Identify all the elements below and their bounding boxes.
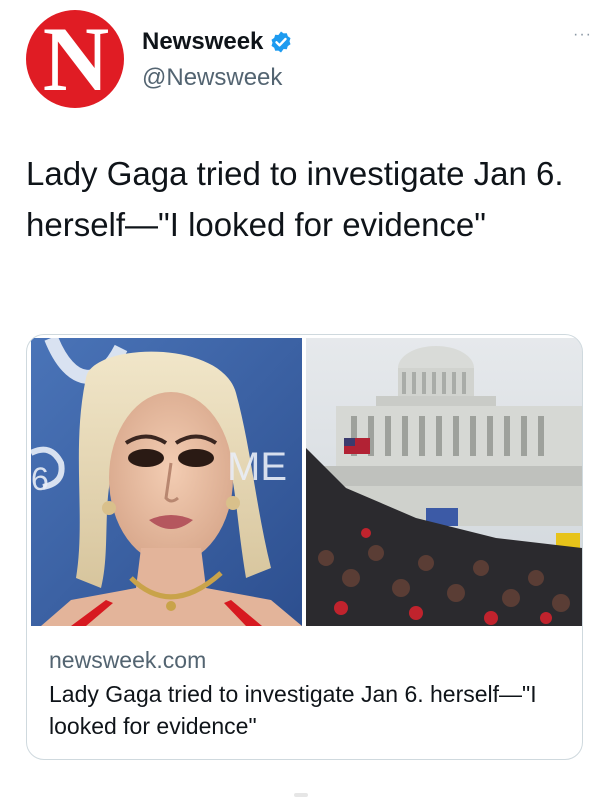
account-handle[interactable]: @Newsweek xyxy=(142,64,282,92)
card-image-portrait: ME 6 xyxy=(31,338,302,626)
tweet-header: N Newsweek @Newsweek ··· xyxy=(22,8,592,108)
tweet-text: Lady Gaga tried to investigate Jan 6. he… xyxy=(26,155,564,243)
account-name-line: Newsweek xyxy=(142,28,293,56)
link-card[interactable]: ME 6 newsweek.com Lady Gaga tried to inv… xyxy=(26,334,583,760)
bottom-divider xyxy=(294,793,308,797)
capitol-illustration xyxy=(306,338,582,626)
newsweek-logo-icon: N xyxy=(42,10,109,108)
card-title[interactable]: Lady Gaga tried to investigate Jan 6. he… xyxy=(49,678,569,742)
card-media: ME 6 xyxy=(27,335,582,628)
verified-badge-icon xyxy=(271,31,291,53)
avatar[interactable]: N xyxy=(26,10,124,108)
backdrop-lettering-left: 6 xyxy=(31,461,49,497)
card-image-capitol xyxy=(306,338,582,626)
card-domain[interactable]: newsweek.com xyxy=(49,647,206,674)
backdrop-lettering-right: ME xyxy=(227,445,287,489)
more-options-icon[interactable]: ··· xyxy=(573,26,592,44)
portrait-illustration: ME 6 xyxy=(31,338,302,626)
account-name[interactable]: Newsweek xyxy=(142,28,263,56)
